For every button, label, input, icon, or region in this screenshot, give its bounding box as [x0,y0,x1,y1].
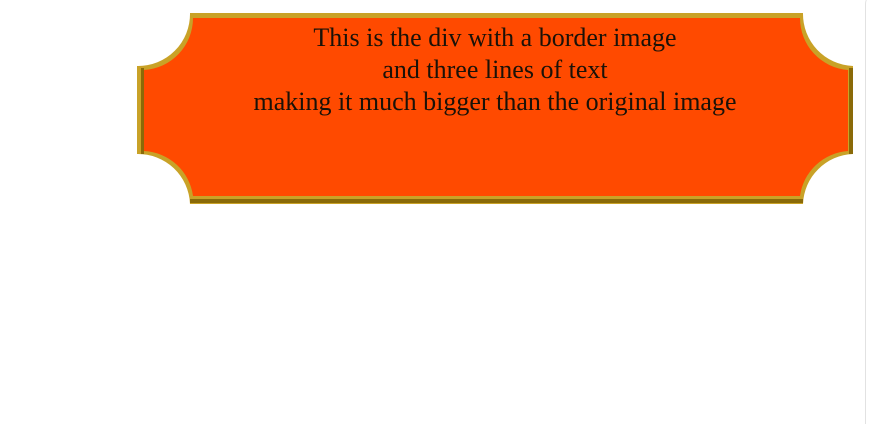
ticket-text-block: This is the div with a border image and … [145,22,845,118]
ticket-line-2: and three lines of text [382,55,608,84]
ticket-border-left-dark [141,68,144,154]
ticket-border-bottom-dark [190,199,803,203]
page-viewport: This is the div with a border image and … [0,0,875,424]
ticket-border-right-dark [849,68,853,154]
ticket-line-3: making it much bigger than the original … [253,87,737,116]
ticket-line-1: This is the div with a border image [313,23,677,52]
